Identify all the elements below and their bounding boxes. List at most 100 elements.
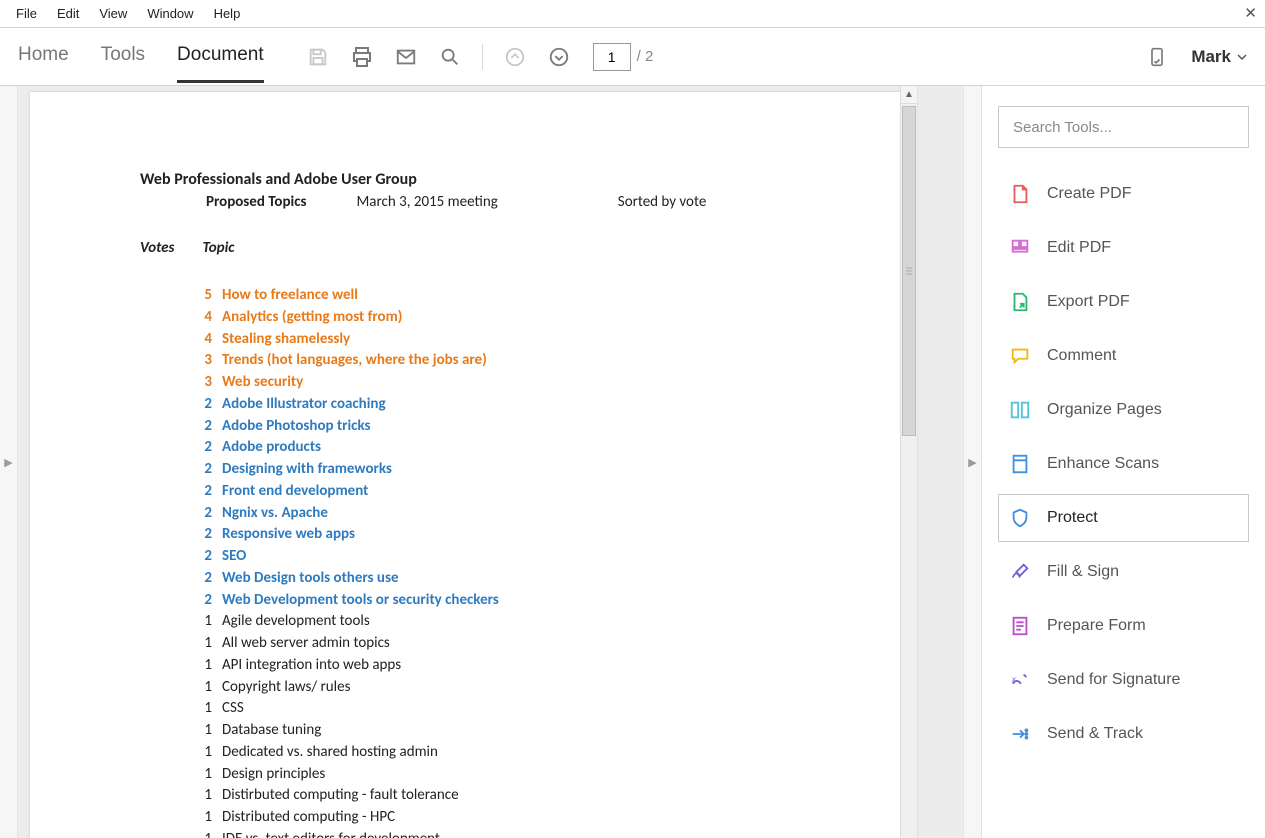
topic-text: CSS xyxy=(222,698,244,720)
main-area: ▶ Web Professionals and Adobe User Group… xyxy=(0,86,1265,838)
topic-text: Dedicated vs. shared hosting admin xyxy=(222,742,438,764)
mail-icon[interactable] xyxy=(392,43,420,71)
send-sig-icon: x xyxy=(1009,669,1031,691)
menu-edit[interactable]: Edit xyxy=(47,6,89,21)
topic-text: API integration into web apps xyxy=(222,655,401,677)
edit-pdf-icon xyxy=(1009,237,1031,259)
protect-icon xyxy=(1009,507,1031,529)
vote-count: 2 xyxy=(192,546,212,568)
tool-fill-sign[interactable]: Fill & Sign xyxy=(998,548,1249,596)
document-viewport: Web Professionals and Adobe User Group P… xyxy=(18,86,963,838)
tool-send-sig[interactable]: x Send for Signature xyxy=(998,656,1249,704)
vote-count: 2 xyxy=(192,416,212,438)
vote-count: 1 xyxy=(192,720,212,742)
tool-prepare-form[interactable]: Prepare Form xyxy=(998,602,1249,650)
tool-edit-pdf[interactable]: Edit PDF xyxy=(998,224,1249,272)
tool-organize[interactable]: Organize Pages xyxy=(998,386,1249,434)
topic-row: 1All web server admin topics xyxy=(140,633,830,655)
tool-label: Protect xyxy=(1047,509,1098,527)
vote-count: 1 xyxy=(192,829,212,838)
search-tools-input[interactable] xyxy=(998,106,1249,148)
tool-label: Send for Signature xyxy=(1047,671,1180,689)
tools-panel: Create PDF Edit PDF Export PDF Comment Organ… xyxy=(981,86,1265,838)
page-number-input[interactable] xyxy=(593,43,631,71)
tool-protect[interactable]: Protect xyxy=(998,494,1249,542)
separator xyxy=(482,44,483,70)
left-panel-toggle[interactable]: ▶ xyxy=(0,86,18,838)
tab-tools[interactable]: Tools xyxy=(101,30,145,83)
topic-row: 2 Web Design tools others use xyxy=(140,568,830,590)
subhead-sort: Sorted by vote xyxy=(618,193,707,211)
tool-comment[interactable]: Comment xyxy=(998,332,1249,380)
topic-row: 3Trends (hot languages, where the jobs a… xyxy=(140,350,830,372)
vertical-scrollbar[interactable]: ▲ xyxy=(900,86,918,838)
topic-text: Stealing shamelessly xyxy=(222,329,350,351)
save-icon xyxy=(304,43,332,71)
topic-row: 2Designing with frameworks xyxy=(140,459,830,481)
topic-row: 4 Stealing shamelessly xyxy=(140,329,830,351)
topic-row: 1Copyright laws/ rules xyxy=(140,677,830,699)
export-pdf-icon xyxy=(1009,291,1031,313)
tool-label: Prepare Form xyxy=(1047,617,1146,635)
topic-row: 1Distributed computing - HPC xyxy=(140,807,830,829)
topic-text: Web security xyxy=(222,372,303,394)
topic-row: 1Distirbuted computing - fault tolerance xyxy=(140,785,830,807)
vote-count: 2 xyxy=(192,481,212,503)
tool-create-pdf[interactable]: Create PDF xyxy=(998,170,1249,218)
vote-count: 2 xyxy=(192,568,212,590)
search-icon[interactable] xyxy=(436,43,464,71)
pdf-page: Web Professionals and Adobe User Group P… xyxy=(30,92,900,838)
svg-text:x: x xyxy=(1011,675,1017,684)
vote-count: 3 xyxy=(192,372,212,394)
subhead-date: March 3, 2015 meeting xyxy=(356,193,497,211)
vote-count: 2 xyxy=(192,437,212,459)
topic-text: Design principles xyxy=(222,764,325,786)
tab-document[interactable]: Document xyxy=(177,30,264,83)
main-toolbar: HomeToolsDocument / 2 Mark xyxy=(0,28,1265,86)
scroll-thumb[interactable] xyxy=(902,106,916,436)
topic-text: SEO xyxy=(222,546,246,568)
menu-file[interactable]: File xyxy=(6,6,47,21)
vote-count: 1 xyxy=(192,698,212,720)
topic-text: Copyright laws/ rules xyxy=(222,677,350,699)
page-down-icon[interactable] xyxy=(545,43,573,71)
topic-text: Ngnix vs. Apache xyxy=(222,503,328,525)
scroll-up-arrow[interactable]: ▲ xyxy=(901,86,917,104)
tool-label: Edit PDF xyxy=(1047,239,1111,257)
topic-text: Distirbuted computing - fault tolerance xyxy=(222,785,459,807)
menu-window[interactable]: Window xyxy=(137,6,203,21)
tool-export-pdf[interactable]: Export PDF xyxy=(998,278,1249,326)
topic-text: All web server admin topics xyxy=(222,633,390,655)
vote-count: 2 xyxy=(192,503,212,525)
tool-label: Fill & Sign xyxy=(1047,563,1119,581)
doc-subheader: Proposed Topics March 3, 2015 meeting So… xyxy=(206,193,830,211)
tool-send-track[interactable]: Send & Track xyxy=(998,710,1249,758)
topic-row: 2 Front end development xyxy=(140,481,830,503)
topic-text: Distributed computing - HPC xyxy=(222,807,395,829)
menu-help[interactable]: Help xyxy=(204,6,251,21)
topic-text: How to freelance well xyxy=(222,285,358,307)
topic-text: Front end development xyxy=(222,481,368,503)
topic-text: Web Design tools others use xyxy=(222,568,399,590)
topic-text: IDE vs. text editors for development xyxy=(222,829,440,838)
topic-row: 5How to freelance well xyxy=(140,285,830,307)
menu-view[interactable]: View xyxy=(89,6,137,21)
close-button[interactable]: ✕ xyxy=(1244,4,1257,22)
print-icon[interactable] xyxy=(348,43,376,71)
right-panel-toggle[interactable]: ▶ xyxy=(963,86,981,838)
topic-text: Adobe Illustrator coaching xyxy=(222,394,386,416)
topic-row: 2 Ngnix vs. Apache xyxy=(140,503,830,525)
vote-count: 4 xyxy=(192,329,212,351)
topic-text: Database tuning xyxy=(222,720,321,742)
topic-row: 2Adobe Photoshop tricks xyxy=(140,416,830,438)
chevron-down-icon xyxy=(1237,52,1247,62)
send-track-icon xyxy=(1009,723,1031,745)
tool-label: Export PDF xyxy=(1047,293,1130,311)
tab-home[interactable]: Home xyxy=(18,30,69,83)
user-menu[interactable]: Mark xyxy=(1147,47,1247,67)
tool-enhance[interactable]: Enhance Scans xyxy=(998,440,1249,488)
topic-row: 1Design principles xyxy=(140,764,830,786)
column-headers: Votes Topic xyxy=(140,239,830,257)
user-name: Mark xyxy=(1191,47,1231,67)
topic-text: Agile development tools xyxy=(222,611,370,633)
